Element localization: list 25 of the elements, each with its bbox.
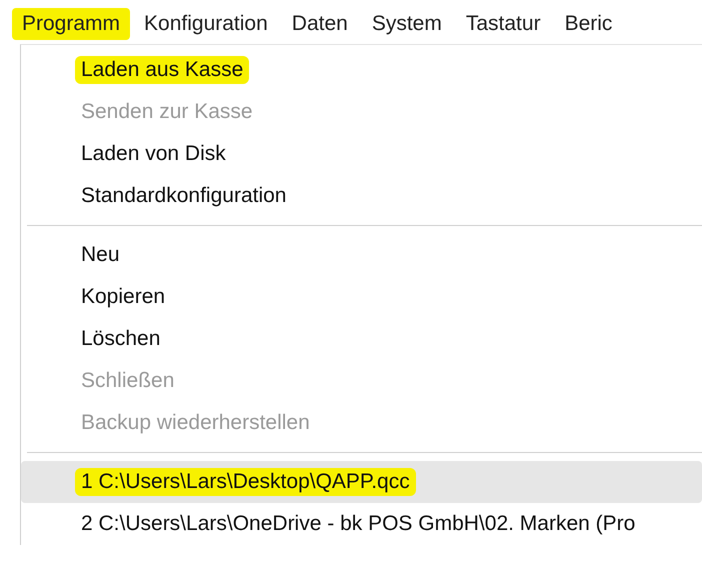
menu-item-label: 1 C:\Users\Lars\Desktop\QAPP.qcc (75, 468, 416, 496)
menu-bar-item[interactable]: System (362, 8, 452, 40)
menu-item[interactable]: Standardkonfiguration (21, 175, 702, 217)
menu-bar-item[interactable]: Tastatur (456, 8, 551, 40)
menu-bar-item[interactable]: Beric (554, 8, 622, 40)
menu-item-label: Kopieren (80, 284, 166, 310)
menu-item-label: Senden zur Kasse (80, 99, 254, 125)
menu-item-label: Standardkonfiguration (80, 183, 288, 209)
menu-item[interactable]: Laden aus Kasse (21, 49, 702, 91)
menu-item[interactable]: Löschen (21, 318, 702, 360)
menu-item[interactable]: 1 C:\Users\Lars\Desktop\QAPP.qcc (21, 461, 702, 503)
menu-item[interactable]: Kopieren (21, 276, 702, 318)
menu-item-label: Laden aus Kasse (75, 56, 250, 84)
menu-item-label: Neu (80, 242, 121, 268)
menu-item[interactable]: 2 C:\Users\Lars\OneDrive - bk POS GmbH\02. Marken (Pro (21, 503, 702, 545)
menu-item-label: Backup wiederherstellen (80, 410, 311, 436)
menu-item[interactable]: Laden von Disk (21, 133, 702, 175)
menu-item-label: 2 C:\Users\Lars\OneDrive - bk POS GmbH\02. Marken (Pro (80, 511, 636, 537)
menu-item[interactable]: Neu (21, 234, 702, 276)
menu-bar-item[interactable]: Daten (282, 8, 358, 40)
menu-item-label: Laden von Disk (80, 141, 227, 167)
menu-item-label: Schließen (80, 368, 176, 394)
menu-bar-item[interactable]: Konfiguration (134, 8, 278, 40)
menu-item-label: Löschen (80, 326, 162, 352)
menu-bar-item[interactable]: Programm (12, 8, 130, 40)
